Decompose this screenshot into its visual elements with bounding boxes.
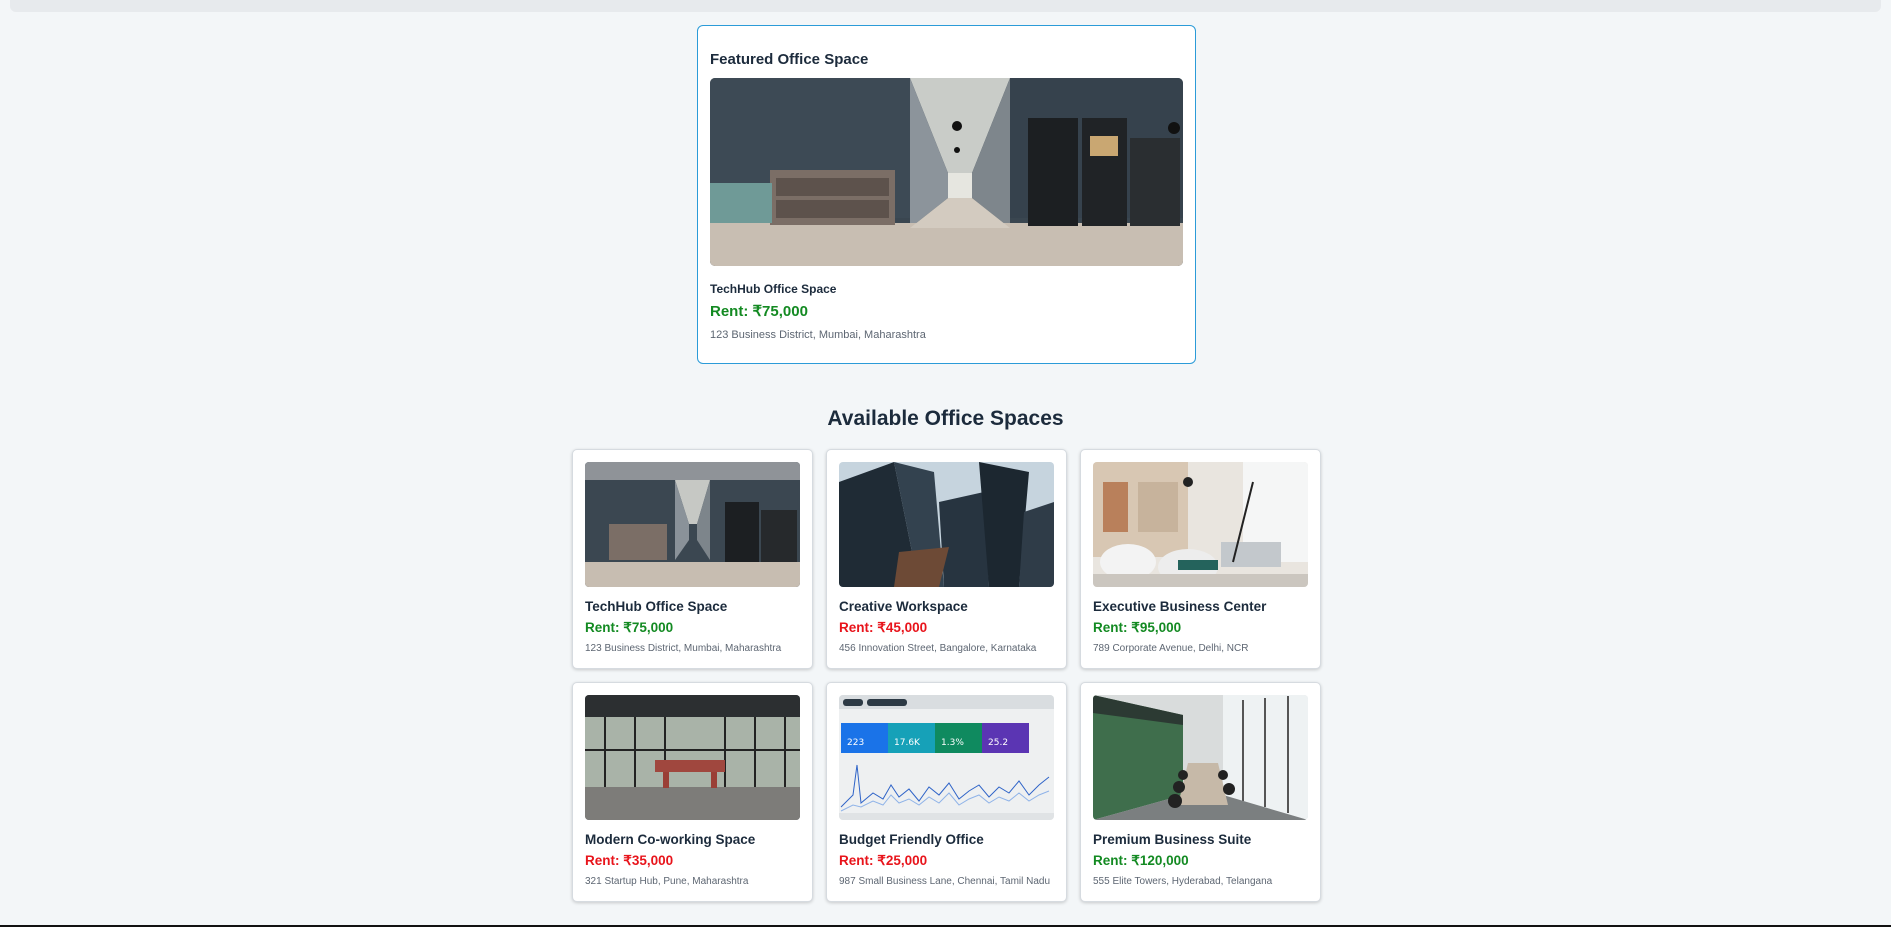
office-address: 987 Small Business Lane, Chennai, Tamil … [839, 876, 1051, 887]
office-image [585, 462, 800, 587]
featured-office-card[interactable]: Featured Office Space TechHub Office Spa… [697, 25, 1196, 364]
office-image [1093, 695, 1308, 820]
office-rent: Rent: ₹75,000 [585, 620, 674, 635]
office-name: Modern Co-working Space [585, 832, 756, 847]
office-address: 321 Startup Hub, Pune, Maharashtra [585, 876, 749, 887]
office-card[interactable]: Creative Workspace Rent: ₹45,000 456 Inn… [826, 449, 1067, 669]
office-address: 456 Innovation Street, Bangalore, Karnat… [839, 643, 1037, 654]
office-name: Creative Workspace [839, 599, 968, 614]
office-card[interactable]: Premium Business Suite Rent: ₹120,000 55… [1080, 682, 1321, 902]
office-card[interactable]: Modern Co-working Space Rent: ₹35,000 32… [572, 682, 813, 902]
office-card[interactable]: 223 17.6K 1.3% 25.2 Budget Friendly Offi… [826, 682, 1067, 902]
section-title: Available Office Spaces [827, 407, 1064, 430]
dashboard-stat: 17.6K [894, 738, 921, 748]
office-image [1093, 462, 1308, 587]
office-image [839, 462, 1054, 587]
office-rent: Rent: ₹45,000 [839, 620, 928, 635]
office-rent: Rent: ₹25,000 [839, 853, 928, 868]
office-rent: Rent: ₹35,000 [585, 853, 674, 868]
dashboard-stat: 25.2 [988, 738, 1008, 748]
office-address: 555 Elite Towers, Hyderabad, Telangana [1093, 876, 1273, 887]
office-card[interactable]: Executive Business Center Rent: ₹95,000 … [1080, 449, 1321, 669]
office-name: TechHub Office Space [585, 599, 728, 614]
dashboard-stat: 1.3% [941, 738, 964, 748]
dashboard-stat: 223 [847, 738, 864, 748]
office-name: Executive Business Center [1093, 599, 1267, 614]
office-address: 789 Corporate Avenue, Delhi, NCR [1093, 643, 1249, 654]
top-bar [10, 0, 1881, 12]
featured-office-rent: Rent: ₹75,000 [710, 303, 808, 320]
office-card[interactable]: TechHub Office Space Rent: ₹75,000 123 B… [572, 449, 813, 669]
office-image: 223 17.6K 1.3% 25.2 [839, 695, 1054, 820]
featured-office-name: TechHub Office Space [710, 282, 837, 296]
office-image [585, 695, 800, 820]
featured-heading: Featured Office Space [710, 51, 869, 68]
office-rent: Rent: ₹95,000 [1093, 620, 1182, 635]
office-rent: Rent: ₹120,000 [1093, 853, 1189, 868]
office-name: Premium Business Suite [1093, 832, 1252, 847]
featured-office-image [710, 78, 1183, 266]
featured-office-address: 123 Business District, Mumbai, Maharasht… [710, 329, 926, 341]
office-name: Budget Friendly Office [839, 832, 984, 847]
office-address: 123 Business District, Mumbai, Maharasht… [585, 643, 782, 654]
